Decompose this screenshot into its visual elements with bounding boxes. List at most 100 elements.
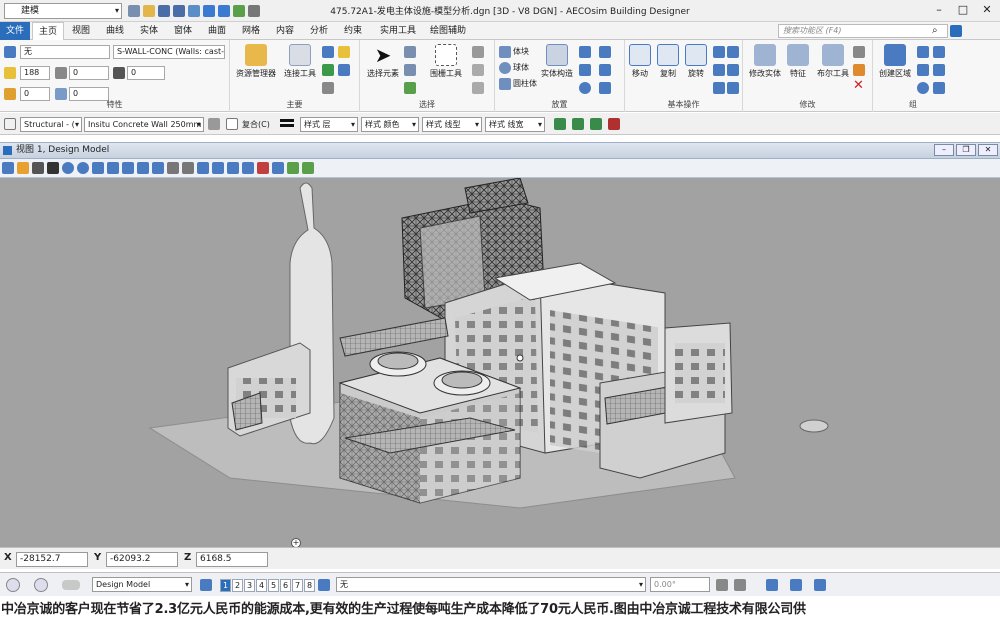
- tab-forms[interactable]: 窗体: [168, 22, 198, 40]
- solid-button[interactable]: 体块: [513, 46, 529, 57]
- place-block-icon[interactable]: [599, 46, 611, 58]
- boolean-tools-button[interactable]: 布尔工具: [813, 44, 853, 79]
- feature-button[interactable]: 特征: [783, 44, 813, 79]
- place-line-icon[interactable]: [579, 46, 591, 58]
- place-point-icon[interactable]: [599, 64, 611, 76]
- tab-constraints[interactable]: 约束: [338, 22, 368, 40]
- mirror-icon[interactable]: [713, 64, 725, 76]
- cylinder-button[interactable]: 圆柱体: [513, 78, 537, 89]
- line-weight-select[interactable]: 0: [127, 66, 165, 80]
- composite-checkbox[interactable]: [226, 118, 238, 130]
- search-icon[interactable]: ⌕: [932, 25, 938, 36]
- paste-icon[interactable]: [472, 82, 484, 94]
- tab-home[interactable]: 主页: [32, 22, 65, 40]
- family-select[interactable]: Structural - (▾: [20, 117, 82, 132]
- select-all-icon[interactable]: [404, 46, 416, 58]
- cloud-icon[interactable]: [62, 580, 80, 590]
- snap-grid-icon[interactable]: [766, 579, 778, 591]
- update-view-icon[interactable]: [47, 162, 59, 174]
- rotate-button[interactable]: 旋转: [683, 44, 709, 79]
- fit-view-icon[interactable]: [107, 162, 119, 174]
- view-next-icon[interactable]: [182, 162, 194, 174]
- save-icon[interactable]: [158, 5, 170, 17]
- move-button[interactable]: 移动: [627, 44, 653, 79]
- accudraw-icon[interactable]: [734, 579, 746, 591]
- compress-icon[interactable]: [188, 5, 200, 17]
- zoom-in-icon[interactable]: [62, 162, 74, 174]
- model-select[interactable]: Design Model ▾: [92, 577, 192, 592]
- pin-icon[interactable]: [233, 5, 245, 17]
- forward-icon[interactable]: [34, 578, 48, 592]
- tab-analyze[interactable]: 分析: [304, 22, 334, 40]
- select-by-attr-icon[interactable]: [404, 64, 416, 76]
- copy-button[interactable]: 复制: [655, 44, 681, 79]
- ungroup-icon[interactable]: [933, 46, 945, 58]
- section-icon[interactable]: [302, 162, 314, 174]
- undo-icon[interactable]: [203, 5, 215, 17]
- print-icon[interactable]: [248, 5, 260, 17]
- fence-tools-button[interactable]: 围栅工具: [426, 44, 466, 79]
- open-icon[interactable]: [143, 5, 155, 17]
- redo-icon[interactable]: [218, 5, 230, 17]
- grid-icon[interactable]: [933, 64, 945, 76]
- y-coordinate-field[interactable]: -62093.2: [106, 552, 178, 567]
- view-display-mode-icon[interactable]: [242, 162, 254, 174]
- camera-icon[interactable]: [257, 162, 269, 174]
- tab-surfaces[interactable]: 曲面: [202, 22, 232, 40]
- maximize-button[interactable]: □: [952, 2, 974, 18]
- style-color-select[interactable]: 样式 颜色 ▾: [361, 117, 419, 132]
- part-select[interactable]: Insitu Concrete Wall 250mm ▾: [84, 117, 204, 132]
- pan-icon[interactable]: [152, 162, 164, 174]
- tab-content[interactable]: 内容: [270, 22, 300, 40]
- zoom-out-icon[interactable]: [77, 162, 89, 174]
- view-restore-button[interactable]: ❐: [956, 144, 976, 156]
- clip-volume-icon[interactable]: [212, 162, 224, 174]
- style-weight-select[interactable]: 样式 线宽 ▾: [485, 117, 545, 132]
- select-filter-icon[interactable]: [404, 82, 416, 94]
- tab-file[interactable]: 文件: [0, 22, 31, 40]
- view-attributes-icon[interactable]: [2, 162, 14, 174]
- level-manager-icon[interactable]: [322, 46, 334, 58]
- clip-mask-icon[interactable]: [227, 162, 239, 174]
- models-icon[interactable]: [338, 46, 350, 58]
- group-icon[interactable]: [917, 46, 929, 58]
- array-icon[interactable]: [727, 46, 739, 58]
- snap-mode-icon[interactable]: [790, 579, 802, 591]
- pen-icon[interactable]: [4, 118, 16, 130]
- line-weight-style-icon[interactable]: [280, 119, 294, 127]
- level-display-icon[interactable]: [318, 579, 330, 591]
- close-button[interactable]: ✕: [976, 2, 998, 18]
- part-browser-icon[interactable]: [208, 118, 220, 130]
- cut-icon[interactable]: [472, 46, 484, 58]
- align-icon[interactable]: [727, 64, 739, 76]
- view-5-button[interactable]: 5: [268, 579, 279, 592]
- x-coordinate-field[interactable]: -28152.7: [16, 552, 88, 567]
- view-settings-icon[interactable]: [32, 162, 44, 174]
- style-level-select[interactable]: 样式 层 ▾: [300, 117, 358, 132]
- explorer-button[interactable]: 资源管理器: [234, 44, 278, 79]
- fillet-icon[interactable]: [853, 64, 865, 76]
- level-select[interactable]: 无: [20, 45, 110, 59]
- user-icon[interactable]: [128, 5, 140, 17]
- color-select[interactable]: 188: [20, 66, 50, 80]
- view-8-button[interactable]: 8: [304, 579, 315, 592]
- view-previous-icon[interactable]: [167, 162, 179, 174]
- sphere-button[interactable]: 球体: [513, 62, 529, 73]
- place-wall-icon[interactable]: [554, 118, 566, 130]
- workspace-select[interactable]: 建模 ▾: [4, 3, 122, 19]
- place-column-icon[interactable]: [572, 118, 584, 130]
- style-linestyle-select[interactable]: 样式 线型 ▾: [422, 117, 482, 132]
- lock-icon[interactable]: [608, 118, 620, 130]
- walk-icon[interactable]: [137, 162, 149, 174]
- tab-mesh[interactable]: 网格: [236, 22, 266, 40]
- scale-icon[interactable]: [713, 46, 725, 58]
- tab-solids[interactable]: 实体: [134, 22, 164, 40]
- display-style-icon[interactable]: [17, 162, 29, 174]
- pattern-icon[interactable]: [917, 82, 929, 94]
- z-coordinate-field[interactable]: 6168.5: [196, 552, 268, 567]
- view-7-button[interactable]: 7: [292, 579, 303, 592]
- place-arc-icon[interactable]: [579, 64, 591, 76]
- place-beam-icon[interactable]: [590, 118, 602, 130]
- scroll-handle-icon[interactable]: +: [291, 538, 301, 547]
- solid-construct-button[interactable]: 实体构造: [539, 44, 575, 79]
